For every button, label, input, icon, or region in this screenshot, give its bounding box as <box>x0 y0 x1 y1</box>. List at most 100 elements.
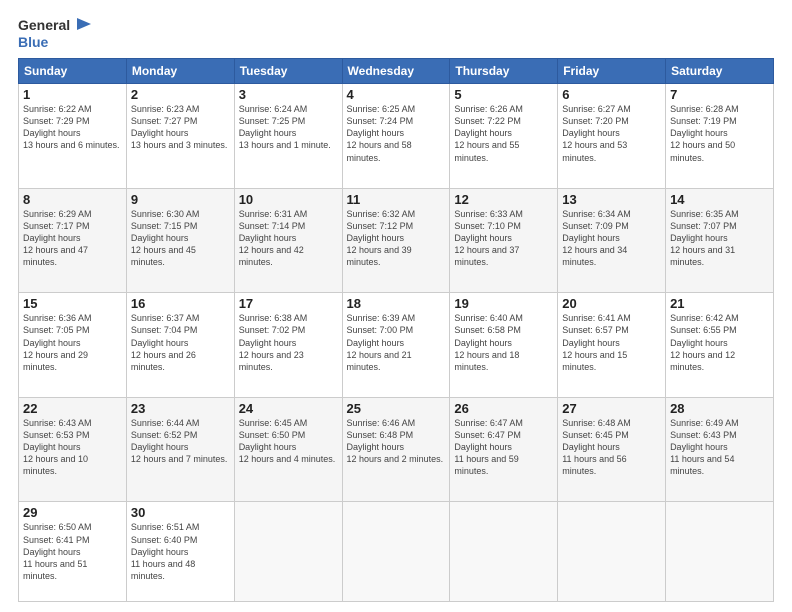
table-row <box>450 502 558 602</box>
day-info: Sunrise: 6:40 AM Sunset: 6:58 PM Dayligh… <box>454 312 553 373</box>
table-row: 18 Sunrise: 6:39 AM Sunset: 7:00 PM Dayl… <box>342 293 450 398</box>
col-monday: Monday <box>126 59 234 84</box>
day-info: Sunrise: 6:35 AM Sunset: 7:07 PM Dayligh… <box>670 208 769 269</box>
table-row: 3 Sunrise: 6:24 AM Sunset: 7:25 PM Dayli… <box>234 84 342 189</box>
day-info: Sunrise: 6:49 AM Sunset: 6:43 PM Dayligh… <box>670 417 769 478</box>
day-info: Sunrise: 6:31 AM Sunset: 7:14 PM Dayligh… <box>239 208 338 269</box>
day-info: Sunrise: 6:50 AM Sunset: 6:41 PM Dayligh… <box>23 521 122 582</box>
table-row: 12 Sunrise: 6:33 AM Sunset: 7:10 PM Dayl… <box>450 188 558 293</box>
day-info: Sunrise: 6:25 AM Sunset: 7:24 PM Dayligh… <box>347 103 446 164</box>
day-number: 16 <box>131 296 230 311</box>
day-info: Sunrise: 6:38 AM Sunset: 7:02 PM Dayligh… <box>239 312 338 373</box>
table-row: 29 Sunrise: 6:50 AM Sunset: 6:41 PM Dayl… <box>19 502 127 602</box>
logo-general: General <box>18 17 70 33</box>
logo-blue: Blue <box>18 34 48 50</box>
day-number: 17 <box>239 296 338 311</box>
day-info: Sunrise: 6:28 AM Sunset: 7:19 PM Dayligh… <box>670 103 769 164</box>
day-number: 15 <box>23 296 122 311</box>
day-number: 18 <box>347 296 446 311</box>
day-info: Sunrise: 6:29 AM Sunset: 7:17 PM Dayligh… <box>23 208 122 269</box>
table-row: 22 Sunrise: 6:43 AM Sunset: 6:53 PM Dayl… <box>19 397 127 502</box>
table-row: 25 Sunrise: 6:46 AM Sunset: 6:48 PM Dayl… <box>342 397 450 502</box>
day-info: Sunrise: 6:32 AM Sunset: 7:12 PM Dayligh… <box>347 208 446 269</box>
day-number: 19 <box>454 296 553 311</box>
table-row: 21 Sunrise: 6:42 AM Sunset: 6:55 PM Dayl… <box>666 293 774 398</box>
logo: General Blue <box>18 16 91 50</box>
day-info: Sunrise: 6:37 AM Sunset: 7:04 PM Dayligh… <box>131 312 230 373</box>
col-wednesday: Wednesday <box>342 59 450 84</box>
table-row: 11 Sunrise: 6:32 AM Sunset: 7:12 PM Dayl… <box>342 188 450 293</box>
calendar-table: Sunday Monday Tuesday Wednesday Thursday… <box>18 58 774 602</box>
day-info: Sunrise: 6:34 AM Sunset: 7:09 PM Dayligh… <box>562 208 661 269</box>
table-row <box>342 502 450 602</box>
day-number: 2 <box>131 87 230 102</box>
table-row: 28 Sunrise: 6:49 AM Sunset: 6:43 PM Dayl… <box>666 397 774 502</box>
col-friday: Friday <box>558 59 666 84</box>
day-info: Sunrise: 6:33 AM Sunset: 7:10 PM Dayligh… <box>454 208 553 269</box>
day-number: 12 <box>454 192 553 207</box>
day-info: Sunrise: 6:24 AM Sunset: 7:25 PM Dayligh… <box>239 103 338 152</box>
day-info: Sunrise: 6:41 AM Sunset: 6:57 PM Dayligh… <box>562 312 661 373</box>
header: General Blue <box>18 16 774 50</box>
table-row: 26 Sunrise: 6:47 AM Sunset: 6:47 PM Dayl… <box>450 397 558 502</box>
col-thursday: Thursday <box>450 59 558 84</box>
table-row: 10 Sunrise: 6:31 AM Sunset: 7:14 PM Dayl… <box>234 188 342 293</box>
table-row: 1 Sunrise: 6:22 AM Sunset: 7:29 PM Dayli… <box>19 84 127 189</box>
table-row: 2 Sunrise: 6:23 AM Sunset: 7:27 PM Dayli… <box>126 84 234 189</box>
day-info: Sunrise: 6:46 AM Sunset: 6:48 PM Dayligh… <box>347 417 446 466</box>
table-row: 27 Sunrise: 6:48 AM Sunset: 6:45 PM Dayl… <box>558 397 666 502</box>
day-number: 22 <box>23 401 122 416</box>
day-number: 28 <box>670 401 769 416</box>
day-info: Sunrise: 6:51 AM Sunset: 6:40 PM Dayligh… <box>131 521 230 582</box>
day-info: Sunrise: 6:36 AM Sunset: 7:05 PM Dayligh… <box>23 312 122 373</box>
table-row: 9 Sunrise: 6:30 AM Sunset: 7:15 PM Dayli… <box>126 188 234 293</box>
col-tuesday: Tuesday <box>234 59 342 84</box>
day-number: 10 <box>239 192 338 207</box>
day-number: 7 <box>670 87 769 102</box>
day-number: 4 <box>347 87 446 102</box>
day-info: Sunrise: 6:39 AM Sunset: 7:00 PM Dayligh… <box>347 312 446 373</box>
day-number: 20 <box>562 296 661 311</box>
day-number: 29 <box>23 505 122 520</box>
table-row <box>558 502 666 602</box>
table-row: 19 Sunrise: 6:40 AM Sunset: 6:58 PM Dayl… <box>450 293 558 398</box>
table-row: 16 Sunrise: 6:37 AM Sunset: 7:04 PM Dayl… <box>126 293 234 398</box>
day-number: 23 <box>131 401 230 416</box>
day-info: Sunrise: 6:23 AM Sunset: 7:27 PM Dayligh… <box>131 103 230 152</box>
table-row: 6 Sunrise: 6:27 AM Sunset: 7:20 PM Dayli… <box>558 84 666 189</box>
day-info: Sunrise: 6:47 AM Sunset: 6:47 PM Dayligh… <box>454 417 553 478</box>
table-row: 20 Sunrise: 6:41 AM Sunset: 6:57 PM Dayl… <box>558 293 666 398</box>
table-row: 8 Sunrise: 6:29 AM Sunset: 7:17 PM Dayli… <box>19 188 127 293</box>
day-number: 26 <box>454 401 553 416</box>
day-number: 25 <box>347 401 446 416</box>
day-number: 11 <box>347 192 446 207</box>
table-row: 17 Sunrise: 6:38 AM Sunset: 7:02 PM Dayl… <box>234 293 342 398</box>
day-number: 8 <box>23 192 122 207</box>
col-saturday: Saturday <box>666 59 774 84</box>
day-number: 27 <box>562 401 661 416</box>
day-number: 21 <box>670 296 769 311</box>
table-row <box>666 502 774 602</box>
table-row: 4 Sunrise: 6:25 AM Sunset: 7:24 PM Dayli… <box>342 84 450 189</box>
table-row: 24 Sunrise: 6:45 AM Sunset: 6:50 PM Dayl… <box>234 397 342 502</box>
day-number: 14 <box>670 192 769 207</box>
day-number: 13 <box>562 192 661 207</box>
day-info: Sunrise: 6:48 AM Sunset: 6:45 PM Dayligh… <box>562 417 661 478</box>
table-row: 7 Sunrise: 6:28 AM Sunset: 7:19 PM Dayli… <box>666 84 774 189</box>
calendar-header-row: Sunday Monday Tuesday Wednesday Thursday… <box>19 59 774 84</box>
day-info: Sunrise: 6:26 AM Sunset: 7:22 PM Dayligh… <box>454 103 553 164</box>
day-number: 9 <box>131 192 230 207</box>
day-info: Sunrise: 6:30 AM Sunset: 7:15 PM Dayligh… <box>131 208 230 269</box>
day-number: 5 <box>454 87 553 102</box>
table-row: 15 Sunrise: 6:36 AM Sunset: 7:05 PM Dayl… <box>19 293 127 398</box>
day-number: 6 <box>562 87 661 102</box>
day-info: Sunrise: 6:22 AM Sunset: 7:29 PM Dayligh… <box>23 103 122 152</box>
table-row: 23 Sunrise: 6:44 AM Sunset: 6:52 PM Dayl… <box>126 397 234 502</box>
day-info: Sunrise: 6:44 AM Sunset: 6:52 PM Dayligh… <box>131 417 230 466</box>
table-row <box>234 502 342 602</box>
day-info: Sunrise: 6:27 AM Sunset: 7:20 PM Dayligh… <box>562 103 661 164</box>
col-sunday: Sunday <box>19 59 127 84</box>
day-number: 3 <box>239 87 338 102</box>
table-row: 14 Sunrise: 6:35 AM Sunset: 7:07 PM Dayl… <box>666 188 774 293</box>
logo-triangle-icon <box>73 16 91 34</box>
